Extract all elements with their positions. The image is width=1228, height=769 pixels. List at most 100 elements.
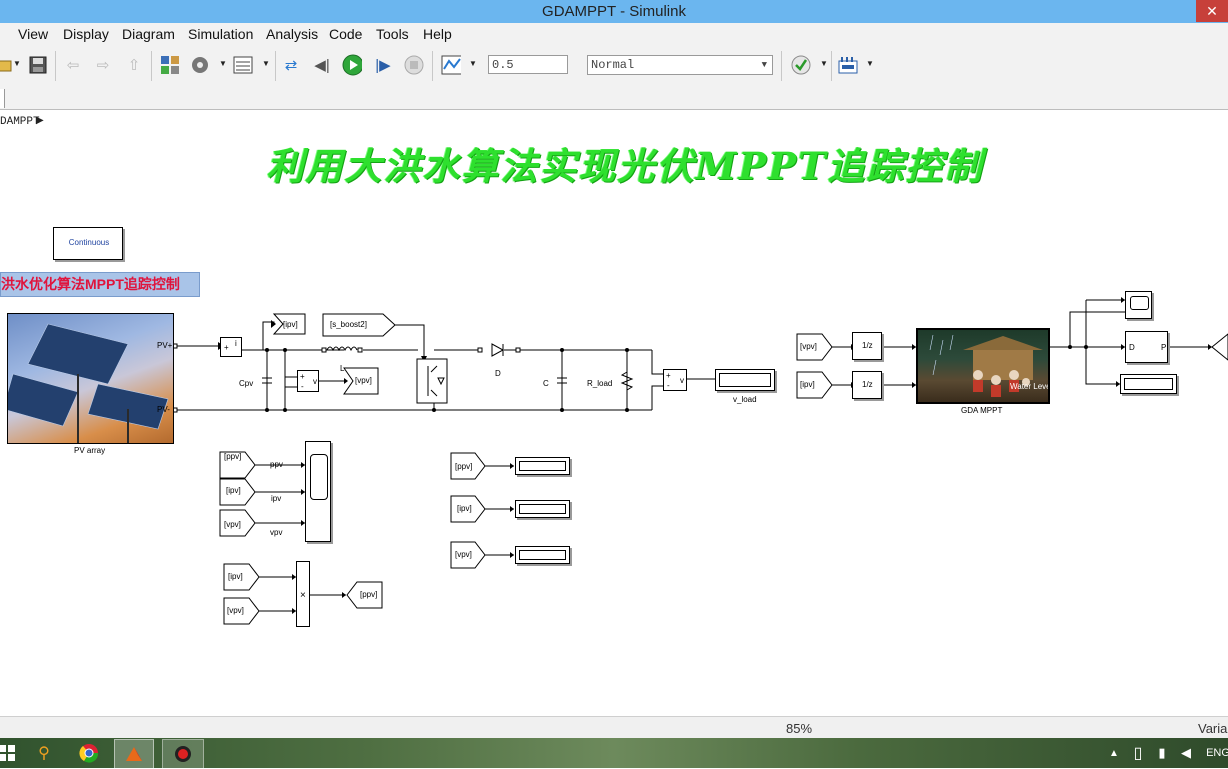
vpv-display[interactable] [515, 546, 570, 564]
config-dropdown-icon[interactable]: ▼ [219, 59, 227, 68]
model-config-icon[interactable] [190, 55, 210, 75]
diagram-subtitle: 洪水优化算法MPPT追踪控制 [0, 272, 200, 297]
chevron-down-icon[interactable]: ▼ [762, 56, 767, 75]
ppv-display[interactable] [515, 457, 570, 475]
ipv-display[interactable] [515, 500, 570, 518]
model-explorer-icon[interactable] [233, 55, 253, 75]
update-diagram-icon[interactable]: ⇄ [281, 55, 301, 75]
open-dropdown-icon[interactable]: ▼ [13, 59, 21, 68]
gda-mppt-block[interactable]: Water Level [916, 328, 1050, 404]
back-icon[interactable]: ⇦ [63, 55, 83, 75]
status-bar: 85% Varia [0, 716, 1228, 739]
scope-block-right[interactable] [1125, 291, 1152, 319]
goto-ipv[interactable]: [ipv] [283, 320, 298, 329]
simulation-mode-select[interactable]: Normal ▼ [587, 55, 773, 75]
language-indicator[interactable]: ENG [1203, 739, 1228, 767]
from-ipv-1[interactable]: [ipv] [226, 486, 241, 495]
menu-help[interactable]: Help [423, 26, 452, 42]
library-browser-icon[interactable] [160, 55, 180, 75]
inductor-label: L [340, 364, 345, 373]
recorder-icon[interactable] [162, 739, 204, 769]
model-canvas[interactable]: 利用大洪水算法实现光伏MPPT追踪控制 Continuous 洪水优化算法MPP… [0, 134, 1228, 716]
unit-delay-block-vpv[interactable]: 1/z [852, 332, 882, 360]
stop-icon[interactable] [404, 55, 424, 75]
powergui-block[interactable]: Continuous [53, 227, 123, 260]
flood-scene-icon [929, 334, 1043, 397]
unit-delay-block-ipv[interactable]: 1/z [852, 371, 882, 399]
matlab-icon[interactable] [114, 739, 154, 769]
pwm-block[interactable]: D P [1125, 331, 1168, 363]
load-resistor-label: R_load [587, 379, 613, 388]
step-forward-icon[interactable]: |▶ [373, 55, 393, 75]
breadcrumb-model[interactable]: DAMPPT [0, 116, 40, 128]
from-vpv-1[interactable]: [vpv] [224, 520, 241, 529]
goto-ppv[interactable]: [ppv] [360, 590, 377, 599]
run-icon[interactable] [342, 54, 362, 76]
from-vpv-2[interactable]: [vpv] [455, 550, 472, 559]
scope-dropdown-icon[interactable]: ▼ [469, 59, 477, 68]
solar-panel-icon [8, 323, 169, 443]
check-model-icon[interactable] [791, 55, 811, 75]
start-icon[interactable] [0, 739, 26, 767]
forward-icon[interactable]: ⇨ [93, 55, 113, 75]
solver-label: Continuous [68, 238, 110, 247]
from-ipv-2[interactable]: [ipv] [457, 504, 472, 513]
menu-display[interactable]: Display [63, 26, 109, 42]
chrome-icon[interactable] [70, 739, 108, 767]
scope-icon[interactable] [441, 55, 461, 75]
from-vpv[interactable]: [vpv] [800, 342, 817, 351]
build-icon[interactable] [838, 55, 858, 75]
current-measurement-block[interactable]: + i [220, 337, 242, 357]
menu-simulation[interactable]: Simulation [188, 26, 253, 42]
close-icon[interactable]: ✕ [1196, 0, 1228, 22]
build-dropdown-icon[interactable]: ▼ [866, 59, 874, 68]
signal-label-vpv: vpv [270, 528, 283, 537]
volume-icon[interactable]: ◀ [1176, 739, 1196, 767]
toolbar: ▼ ⇦ ⇨ ⇧ ▼ ▼ ⇄ ◀| |▶ ▼ 0.5 Normal ▼ ▼ ▼ [0, 45, 1228, 88]
from-ipv-3[interactable]: [ipv] [228, 572, 243, 581]
save-icon[interactable] [28, 55, 48, 75]
breadcrumb: DAMPPT ▶ [0, 110, 1228, 134]
model-tab-bar [0, 87, 1228, 110]
menu-diagram[interactable]: Diagram [122, 26, 175, 42]
open-icon[interactable] [0, 55, 14, 75]
breadcrumb-arrow-icon[interactable]: ▶ [36, 115, 44, 127]
menu-bar: View Display Diagram Simulation Analysis… [0, 23, 1228, 45]
pv-minus-port: PV- [157, 405, 170, 414]
network-icon[interactable]: ▮ [1152, 739, 1172, 767]
stop-time-input[interactable]: 0.5 [488, 55, 568, 74]
search-icon[interactable]: ⚲ [25, 739, 63, 767]
check-dropdown-icon[interactable]: ▼ [820, 59, 828, 68]
product-block[interactable]: × [296, 561, 310, 627]
menu-code[interactable]: Code [329, 26, 362, 42]
duty-display[interactable] [1120, 374, 1177, 394]
v-load-label: v_load [733, 395, 757, 404]
title-bar: GDAMPPT - Simulink ✕ [0, 0, 1228, 24]
simulation-mode-value: Normal [591, 58, 635, 72]
explorer-dropdown-icon[interactable]: ▼ [262, 59, 270, 68]
gda-water-level-text: Water Level [1010, 382, 1050, 391]
up-icon[interactable]: ⇧ [124, 55, 144, 75]
gda-mppt-label: GDA MPPT [961, 406, 1003, 415]
v-load-display[interactable] [715, 369, 775, 391]
menu-analysis[interactable]: Analysis [266, 26, 318, 42]
menu-view[interactable]: View [18, 26, 48, 42]
menu-tools[interactable]: Tools [376, 26, 409, 42]
goto-vpv[interactable]: [vpv] [355, 376, 372, 385]
scope-block[interactable] [305, 441, 331, 542]
tray-expand-icon[interactable]: ▲ [1104, 739, 1124, 767]
from-s-boost2[interactable]: [s_boost2] [330, 320, 367, 329]
cpv-label: Cpv [239, 379, 254, 388]
capacitor-label: C [543, 379, 549, 388]
from-ipv[interactable]: [ipv] [800, 380, 815, 389]
from-vpv-3[interactable]: [vpv] [227, 606, 244, 615]
diagram-title: 利用大洪水算法实现光伏MPPT追踪控制 [266, 144, 984, 188]
from-ppv-2[interactable]: [ppv] [455, 462, 472, 471]
solver-status: Varia [1198, 721, 1228, 736]
load-voltage-measurement-block[interactable]: + - v [663, 369, 687, 391]
battery-icon[interactable]: ▯ [1128, 739, 1148, 767]
step-back-icon[interactable]: ◀| [312, 55, 332, 75]
pv-array-block[interactable] [7, 313, 174, 444]
from-ppv-1[interactable]: [ppv] [224, 452, 241, 461]
voltage-measurement-block[interactable]: + - v [297, 370, 319, 392]
